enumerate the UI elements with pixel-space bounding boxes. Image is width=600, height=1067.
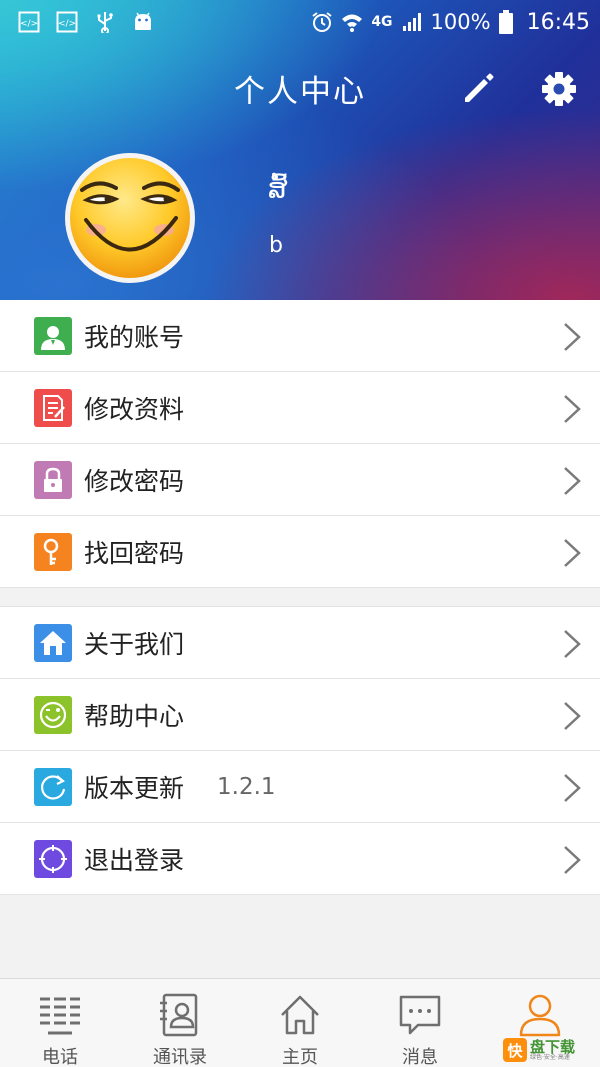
message-icon [399,995,441,1035]
code-notification-icon: </> [18,11,40,33]
avatar[interactable] [64,152,196,284]
tab-label: 电话 [42,1047,78,1067]
user-name: ສົ້ [268,172,288,205]
chevron-right-icon [564,630,581,658]
code-notification-icon: </> [56,11,78,33]
menu-item-label: 修改密码 [84,466,185,496]
edit-doc-icon [34,389,72,427]
menu-item-edit-profile[interactable]: 修改资料 [0,372,600,444]
tab-contacts[interactable]: 通讯录 [120,979,240,1067]
menu-item-change-password[interactable]: 修改密码 [0,444,600,516]
usb-icon [97,12,113,33]
version-number: 1.2.1 [217,773,276,800]
tab-label: 主页 [282,1047,318,1067]
watermark-badge: 快 [503,1038,527,1062]
tab-messages[interactable]: 消息 [360,979,480,1067]
status-bar: </> </> 4G 100% 16:45 [0,0,600,44]
menu-item-version-update[interactable]: 版本更新 1.2.1 [0,751,600,823]
wifi-icon [342,14,363,32]
tab-label: 消息 [402,1047,438,1067]
chevron-right-icon [564,539,581,567]
page-title: 个人中心 [234,74,366,110]
lock-icon [34,461,72,499]
tab-label: 通讯录 [153,1047,207,1067]
battery-icon [498,10,513,34]
menu-item-help-center[interactable]: 帮助中心 [0,679,600,751]
person-icon [519,994,561,1037]
watermark-text: 盘下载 [530,1037,576,1056]
home-icon [34,624,72,662]
menu-item-label: 版本更新 [84,773,185,803]
signal-icon [402,13,421,31]
menu-item-about-us[interactable]: 关于我们 [0,607,600,679]
user-subtitle: b [269,233,283,258]
chevron-right-icon [564,395,581,423]
svg-text:</>: </> [58,19,76,29]
menu-item-recover-password[interactable]: 找回密码 [0,516,600,588]
watermark-logo: 快 盘下载 绿色·安全·高速 [503,1036,597,1064]
menu-item-label: 退出登录 [84,845,185,875]
chevron-right-icon [564,467,581,495]
chevron-right-icon [564,323,581,351]
watermark-subtext: 绿色·安全·高速 [530,1053,570,1061]
edit-pencil-icon[interactable] [461,70,497,106]
tab-home[interactable]: 主页 [240,979,360,1067]
dialpad-icon [40,997,80,1035]
refresh-icon [34,768,72,806]
menu-item-label: 帮助中心 [84,701,185,731]
smile-icon [34,696,72,734]
logout-icon [34,840,72,878]
network-type: 4G [371,14,393,30]
chevron-right-icon [564,702,581,730]
profile-header: </> </> 4G 100% 16:45 个人中心 ສົ້ b [0,0,600,300]
gear-icon[interactable] [540,70,578,108]
chevron-right-icon [564,846,581,874]
tab-phone[interactable]: 电话 [0,979,120,1067]
android-icon [135,12,151,30]
user-icon [34,317,72,355]
menu-item-label: 我的账号 [84,322,185,352]
menu-item-logout[interactable]: 退出登录 [0,823,600,895]
menu-item-my-account[interactable]: 我的账号 [0,300,600,372]
key-icon [34,533,72,571]
menu-item-label: 修改资料 [84,394,185,424]
account-menu: 我的账号 修改资料 修改密码 找回密码 [0,300,600,588]
battery-percent: 100% [430,10,491,34]
clock: 16:45 [526,9,590,35]
menu-item-label: 关于我们 [84,629,185,659]
home-outline-icon [281,995,319,1035]
chevron-right-icon [564,774,581,802]
general-menu: 关于我们 帮助中心 版本更新 1.2.1 退出登录 [0,606,600,895]
svg-text:</>: </> [20,19,38,29]
alarm-icon [312,12,332,32]
contacts-icon [160,993,198,1037]
menu-item-label: 找回密码 [84,538,185,568]
